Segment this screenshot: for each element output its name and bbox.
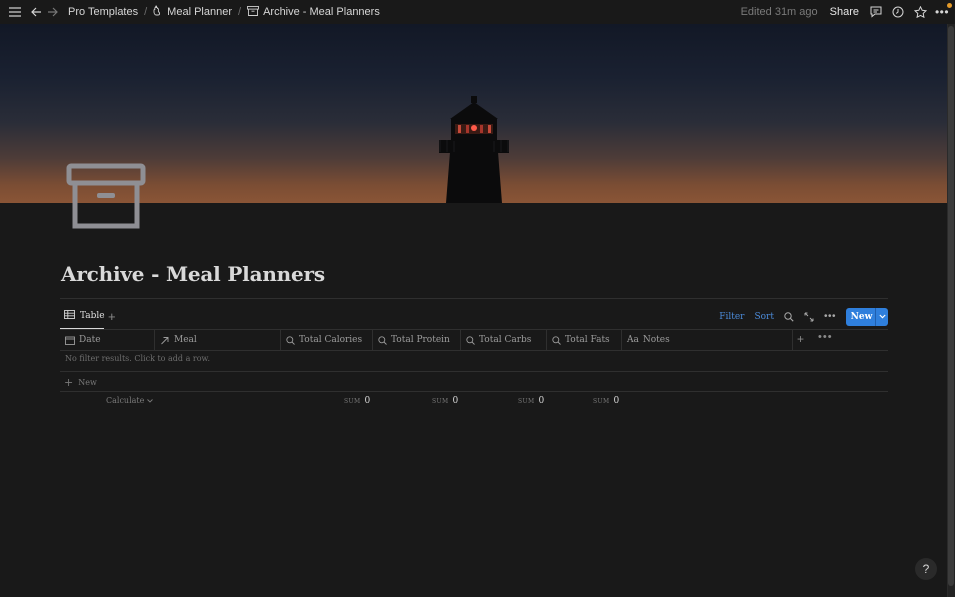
new-button-label: New <box>850 311 873 322</box>
column-label: Meal <box>174 335 197 345</box>
new-button[interactable]: New <box>846 307 888 326</box>
divider <box>60 350 888 351</box>
column-header-total-fats[interactable]: Total Fats <box>547 330 622 350</box>
breadcrumb-item-meal-planner[interactable]: Meal Planner <box>153 5 232 19</box>
sum-key: SUM <box>593 398 610 405</box>
empty-state-message[interactable]: No filter results. Click to add a row. <box>65 354 210 363</box>
forward-arrow-icon[interactable] <box>45 5 59 19</box>
column-header-total-calories[interactable]: Total Calories <box>281 330 373 350</box>
scrollbar-thumb[interactable] <box>948 26 954 586</box>
breadcrumb-label: Archive - Meal Planners <box>263 6 380 18</box>
search-icon[interactable] <box>784 311 794 322</box>
add-property-icon[interactable]: + <box>797 332 804 346</box>
top-bar: Pro Templates / Meal Planner / Archive -… <box>0 0 955 24</box>
chevron-down-icon <box>147 398 154 403</box>
back-arrow-icon[interactable] <box>29 5 43 19</box>
page-title[interactable]: Archive - Meal Planners <box>61 262 325 286</box>
sum-value: 0 <box>452 396 459 406</box>
chevron-down-icon[interactable] <box>875 307 888 326</box>
comment-icon[interactable] <box>869 5 883 19</box>
sum-fats[interactable]: SUM 0 <box>593 396 619 406</box>
sum-value: 0 <box>364 396 371 406</box>
hand-icon <box>153 5 163 19</box>
table-icon <box>64 310 75 322</box>
sum-carbs[interactable]: SUM 0 <box>518 396 544 406</box>
table-header: Date Meal Total Calories Total Protein T… <box>60 330 888 350</box>
column-label: Total Fats <box>565 335 610 345</box>
breadcrumb-label: Pro Templates <box>68 6 139 18</box>
divider <box>60 391 888 392</box>
column-label: Date <box>79 335 101 345</box>
search-formula-icon <box>552 335 561 345</box>
column-label: Total Calories <box>299 335 363 345</box>
plus-icon: + <box>64 376 74 389</box>
view-options-icon[interactable]: ••• <box>824 311 836 322</box>
add-view-icon[interactable]: + <box>108 309 116 324</box>
breadcrumb-label: Meal Planner <box>167 6 232 18</box>
edited-timestamp: Edited 31m ago <box>740 6 818 18</box>
column-header-meal[interactable]: Meal <box>155 330 281 350</box>
view-toolbar: Table + Filter Sort ••• New <box>60 306 888 330</box>
column-label: Total Carbs <box>479 335 532 345</box>
column-label: Notes <box>642 335 670 345</box>
breadcrumb-separator: / <box>144 6 148 18</box>
breadcrumb-item-pro-templates[interactable]: Pro Templates <box>68 6 138 18</box>
filter-button[interactable]: Filter <box>719 312 744 322</box>
new-row-label: New <box>78 378 97 387</box>
sum-key: SUM <box>432 398 449 405</box>
help-button[interactable]: ? <box>915 558 937 580</box>
search-formula-icon <box>378 335 387 345</box>
tab-table-view[interactable]: Table <box>64 310 105 322</box>
sort-button[interactable]: Sort <box>754 312 774 322</box>
clock-icon[interactable] <box>891 5 905 19</box>
star-icon[interactable] <box>913 5 927 19</box>
calculate-dropdown[interactable]: Calculate <box>106 396 154 405</box>
sum-protein[interactable]: SUM 0 <box>432 396 458 406</box>
search-formula-icon <box>466 335 475 345</box>
breadcrumb-item-archive[interactable]: Archive - Meal Planners <box>247 5 380 19</box>
relation-arrow-icon <box>161 336 169 344</box>
new-row-button[interactable]: + New <box>64 376 97 389</box>
sum-value: 0 <box>613 396 620 406</box>
column-header-total-protein[interactable]: Total Protein <box>373 330 461 350</box>
breadcrumb-separator: / <box>238 6 242 18</box>
column-header-notes[interactable]: Aa Notes <box>622 330 793 350</box>
notification-dot <box>947 3 952 8</box>
tab-label: Table <box>80 311 105 321</box>
column-label: Total Protein <box>391 335 450 345</box>
column-header-total-carbs[interactable]: Total Carbs <box>461 330 547 350</box>
sum-key: SUM <box>344 398 361 405</box>
search-formula-icon <box>286 335 295 345</box>
table-more-icon[interactable]: ••• <box>818 331 833 343</box>
menu-icon[interactable] <box>8 5 22 19</box>
divider <box>60 298 888 299</box>
column-header-date[interactable]: Date <box>60 330 155 350</box>
breadcrumb: Pro Templates / Meal Planner / Archive -… <box>68 5 380 19</box>
text-aa-icon: Aa <box>627 335 639 345</box>
sum-value: 0 <box>538 396 545 406</box>
divider <box>60 371 888 372</box>
expand-icon[interactable] <box>804 312 814 322</box>
archive-box-icon[interactable] <box>66 163 146 229</box>
calculate-label: Calculate <box>106 396 145 405</box>
archive-icon <box>247 5 260 19</box>
sum-calories[interactable]: SUM 0 <box>344 396 370 406</box>
share-button[interactable]: Share <box>830 6 859 18</box>
calendar-icon <box>65 336 75 345</box>
sum-key: SUM <box>518 398 535 405</box>
